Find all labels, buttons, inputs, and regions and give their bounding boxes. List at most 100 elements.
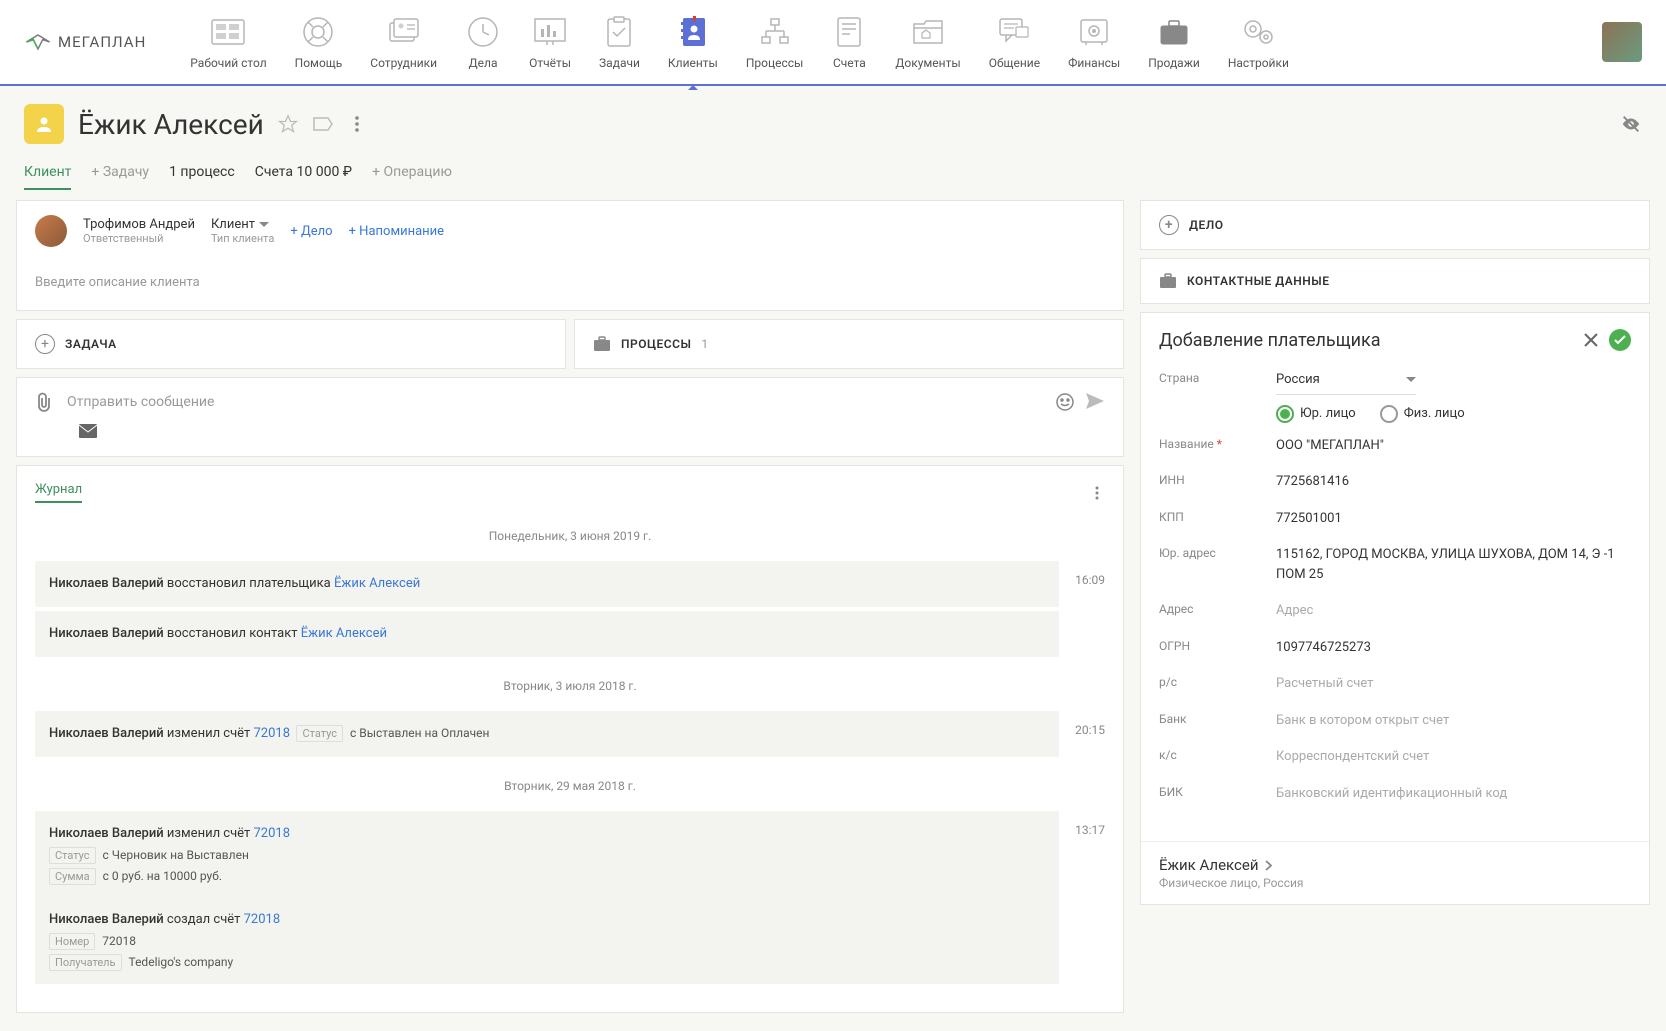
- addr-input[interactable]: Адрес: [1276, 598, 1631, 625]
- tab-process[interactable]: 1 процесс: [169, 164, 235, 190]
- client-name: Ёжик Алексей: [78, 108, 264, 141]
- chevron-down-icon: [259, 222, 269, 228]
- nav-chat[interactable]: Общение: [977, 6, 1052, 78]
- entry-link[interactable]: Ёжик Алексей: [334, 576, 420, 591]
- journal-tab[interactable]: Журнал: [35, 482, 82, 503]
- entity-type-radio: Юр. лицо Физ. лицо: [1276, 405, 1465, 423]
- message-input[interactable]: Отправить сообщение: [67, 394, 1041, 410]
- task-section[interactable]: + ЗАДАЧА: [16, 319, 566, 369]
- tab-add-task[interactable]: + Задачу: [91, 164, 149, 190]
- rs-input[interactable]: Расчетный счет: [1276, 671, 1631, 698]
- entry-link[interactable]: 72018: [253, 826, 290, 841]
- radio-unchecked-icon: [1380, 405, 1398, 423]
- star-icon[interactable]: [278, 114, 298, 134]
- check-icon: [1614, 335, 1626, 345]
- nav-reports[interactable]: Отчёты: [517, 6, 583, 78]
- tab-client[interactable]: Клиент: [24, 164, 71, 190]
- logo-text: МЕГАПЛАН: [58, 33, 146, 51]
- radio-checked-icon: [1276, 405, 1294, 423]
- nav-processes[interactable]: Процессы: [734, 6, 816, 78]
- addr-label: Адрес: [1159, 598, 1264, 616]
- add-delo-link[interactable]: + Дело: [290, 224, 332, 239]
- side-column: + ДЕЛО КОНТАКТНЫЕ ДАННЫЕ Добавление плат…: [1140, 200, 1650, 1021]
- confirm-button[interactable]: [1609, 329, 1631, 351]
- entry-link[interactable]: Ёжик Алексей: [301, 626, 387, 641]
- payer-form-title: Добавление плательщика: [1159, 330, 1381, 351]
- logo[interactable]: МЕГАПЛАН: [24, 28, 146, 56]
- addressbook-icon: [675, 14, 711, 50]
- responsible-role: Ответственный: [83, 232, 195, 245]
- client-type-select[interactable]: Клиент: [211, 217, 274, 232]
- client-badge: [24, 104, 64, 144]
- safe-icon: [1076, 14, 1112, 50]
- plus-icon: +: [1159, 215, 1179, 235]
- delo-section[interactable]: + ДЕЛО: [1140, 200, 1650, 250]
- invoice-icon: [831, 14, 867, 50]
- nav-sales[interactable]: Продажи: [1136, 6, 1212, 78]
- briefcase-small-icon: [1159, 273, 1177, 289]
- radio-individual[interactable]: Физ. лицо: [1380, 405, 1465, 423]
- clock-icon: [465, 14, 501, 50]
- bank-input[interactable]: Банк в котором открыт счет: [1276, 708, 1631, 735]
- user-avatar[interactable]: [1602, 22, 1642, 62]
- visibility-off-icon[interactable]: [1620, 113, 1642, 135]
- responsible-avatar[interactable]: [35, 215, 67, 247]
- tab-add-operation[interactable]: + Операцию: [372, 164, 452, 190]
- nav-invoices[interactable]: Счета: [819, 6, 879, 78]
- badge-icon: [386, 14, 422, 50]
- processes-section[interactable]: ПРОЦЕССЫ 1: [574, 319, 1124, 369]
- legal-addr-input[interactable]: 115162, ГОРОД МОСКВА, УЛИЦА ШУХОВА, ДОМ …: [1276, 542, 1631, 588]
- emoji-icon[interactable]: [1055, 392, 1075, 412]
- name-input[interactable]: ООО "МЕГАПЛАН": [1276, 433, 1631, 460]
- entry-link[interactable]: 72018: [253, 726, 290, 741]
- country-select[interactable]: Россия: [1276, 367, 1416, 395]
- footer-client-name: Ёжик Алексей: [1159, 856, 1259, 874]
- nav-tasks[interactable]: Задачи: [587, 6, 652, 78]
- more-vertical-icon[interactable]: [348, 115, 366, 133]
- entry-time: 13:17: [1075, 811, 1105, 988]
- ks-input[interactable]: Корреспондентский счет: [1276, 744, 1631, 771]
- task-process-row: + ЗАДАЧА ПРОЦЕССЫ 1: [16, 319, 1124, 377]
- nav-employees[interactable]: Сотрудники: [358, 6, 449, 78]
- bik-input[interactable]: Банковский идентификационный код: [1276, 781, 1631, 808]
- nav-settings[interactable]: Настройки: [1216, 6, 1301, 78]
- flowchart-icon: [757, 14, 793, 50]
- send-icon[interactable]: [1085, 392, 1105, 410]
- journal-date: Вторник, 3 июля 2018 г.: [35, 665, 1105, 707]
- inn-input[interactable]: 7725681416: [1276, 469, 1631, 496]
- attachment-icon[interactable]: [35, 392, 53, 412]
- entry-link[interactable]: 72018: [244, 912, 281, 927]
- payer-form-section: Добавление плательщика Страна Россия Юр.…: [1140, 312, 1650, 905]
- add-reminder-link[interactable]: + Напоминание: [349, 224, 444, 239]
- envelope-icon[interactable]: [79, 424, 97, 438]
- logo-icon: [24, 28, 52, 56]
- ogrn-input[interactable]: 1097746725273: [1276, 635, 1631, 662]
- payer-footer[interactable]: Ёжик Алексей Физическое лицо, Россия: [1141, 841, 1649, 904]
- nav-dela[interactable]: Дела: [453, 6, 513, 78]
- contacts-section[interactable]: КОНТАКТНЫЕ ДАННЫЕ: [1140, 258, 1650, 304]
- country-label: Страна: [1159, 367, 1264, 385]
- more-vertical-icon[interactable]: [1089, 485, 1105, 501]
- ogrn-label: ОГРН: [1159, 635, 1264, 653]
- chart-icon: [532, 14, 568, 50]
- client-type-label: Тип клиента: [211, 232, 274, 245]
- tag-icon[interactable]: [312, 116, 334, 132]
- description-input[interactable]: Введите описание клиента: [17, 261, 1123, 310]
- nav-clients[interactable]: Клиенты: [656, 6, 730, 78]
- briefcase-small-icon: [593, 336, 611, 352]
- responsible-name: Трофимов Андрей: [83, 217, 195, 232]
- tab-invoices[interactable]: Счета 10 000 ₽: [255, 164, 352, 190]
- rs-label: р/с: [1159, 671, 1264, 689]
- clipboard-icon: [601, 14, 637, 50]
- bank-label: Банк: [1159, 708, 1264, 726]
- nav-help[interactable]: Помощь: [283, 6, 355, 78]
- close-icon[interactable]: [1583, 332, 1599, 348]
- kpp-input[interactable]: 772501001: [1276, 506, 1631, 533]
- nav-finance[interactable]: Финансы: [1056, 6, 1132, 78]
- nav-documents[interactable]: Документы: [883, 6, 972, 78]
- kpp-label: КПП: [1159, 506, 1264, 524]
- radio-legal[interactable]: Юр. лицо: [1276, 405, 1356, 423]
- nav-desktop[interactable]: Рабочий стол: [178, 6, 278, 78]
- journal-entry: Николаев Валерий изменил счёт 72018 Стат…: [35, 811, 1059, 984]
- topbar: МЕГАПЛАН Рабочий стол Помощь Сотрудники …: [0, 0, 1666, 86]
